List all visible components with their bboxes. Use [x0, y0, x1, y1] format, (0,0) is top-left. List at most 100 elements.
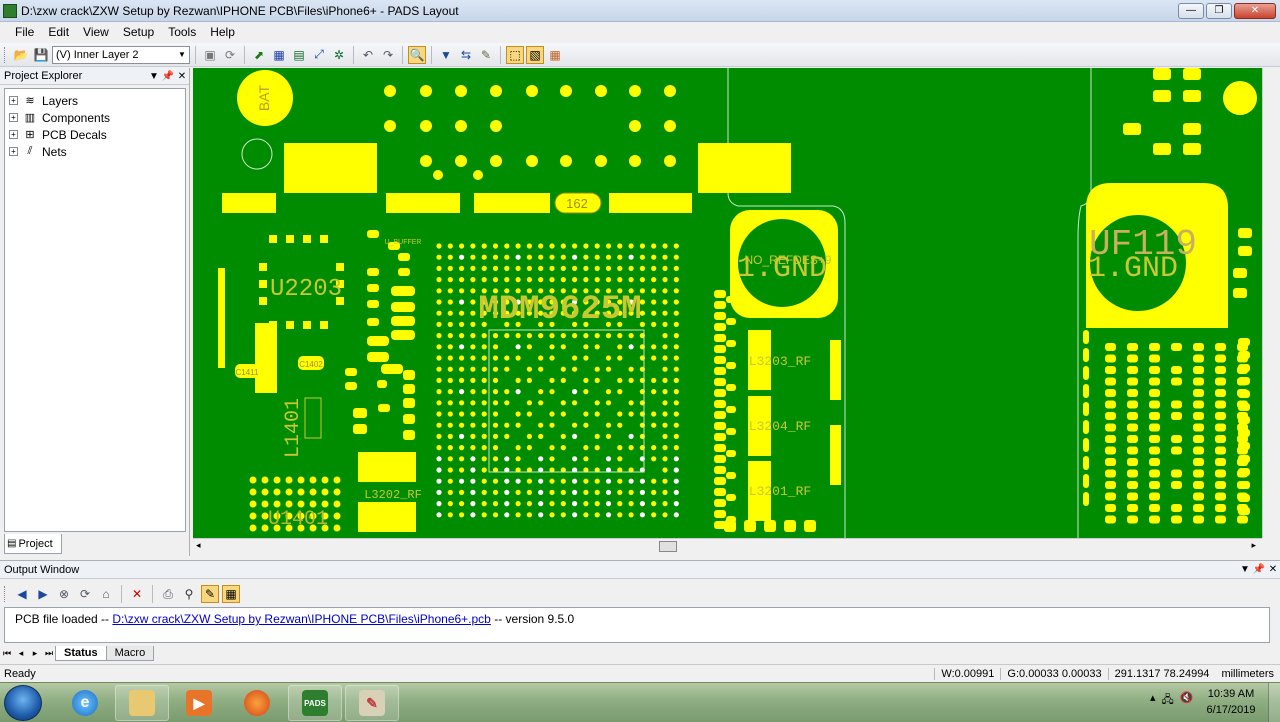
bga-ball: [538, 456, 544, 462]
undo-icon[interactable]: ↶: [359, 46, 377, 64]
display-icon[interactable]: ▼: [437, 46, 455, 64]
firefox-icon[interactable]: [230, 685, 284, 721]
bga-ball: [617, 344, 623, 350]
menu-setup[interactable]: Setup: [116, 25, 161, 39]
smd-pad: [1105, 377, 1116, 386]
close-icon[interactable]: ✕: [1266, 564, 1280, 575]
bga-ball: [459, 411, 465, 417]
show-desktop-button[interactable]: [1268, 683, 1280, 722]
route-icon[interactable]: ⬈: [250, 46, 268, 64]
smd-pad: [1105, 504, 1116, 512]
close-icon[interactable]: ✕: [175, 71, 189, 82]
pads-icon[interactable]: ▦: [270, 46, 288, 64]
menu-help[interactable]: Help: [203, 25, 242, 39]
save-icon[interactable]: 💾: [32, 46, 50, 64]
bga-ball: [662, 265, 668, 271]
refresh-icon[interactable]: ⟳: [221, 46, 239, 64]
tray-arrow-icon[interactable]: ▴: [1150, 691, 1156, 710]
print-icon[interactable]: ⎙: [159, 585, 177, 603]
scroll-right-icon[interactable]: ▸: [1251, 540, 1256, 551]
close-button[interactable]: ✕: [1234, 2, 1276, 19]
bga-ball: [651, 377, 657, 383]
scroll-thumb[interactable]: [659, 541, 677, 552]
first-tab-icon[interactable]: ⏮: [0, 648, 14, 659]
file-explorer-icon[interactable]: [115, 685, 169, 721]
chevron-down-icon[interactable]: ▼: [175, 47, 189, 63]
bga-ball: [583, 501, 589, 507]
last-tab-icon[interactable]: ⏭: [42, 648, 56, 659]
horizontal-scrollbar[interactable]: ◂ ▸: [193, 538, 1262, 554]
menu-file[interactable]: File: [8, 25, 41, 39]
log-file-link[interactable]: D:\zxw crack\ZXW Setup by Rezwan\IPHONE …: [112, 612, 490, 626]
snap-icon[interactable]: ✲: [330, 46, 348, 64]
bga-ball: [662, 243, 668, 249]
expand-icon[interactable]: +: [9, 113, 18, 122]
expand-icon[interactable]: +: [9, 96, 18, 105]
bga-ball: [662, 400, 668, 406]
menu-view[interactable]: View: [76, 25, 116, 39]
smd-pad: [1215, 446, 1226, 455]
brush-icon[interactable]: ✎: [477, 46, 495, 64]
grid-icon[interactable]: ▦: [546, 46, 564, 64]
smd-pad: [1149, 412, 1160, 420]
tab-status[interactable]: Status: [55, 646, 107, 661]
connect-icon[interactable]: ⤢: [310, 46, 328, 64]
open-icon[interactable]: 📂: [12, 46, 30, 64]
tree-item-pcb-decals[interactable]: + ⊞ PCB Decals: [9, 126, 181, 143]
stop-icon[interactable]: ⊗: [55, 585, 73, 603]
pcb-canvas[interactable]: BAT 162 U2203 L1401 C1411 C1402 U1401 L3…: [193, 68, 1262, 538]
paint-icon[interactable]: ✎: [345, 685, 399, 721]
expand-icon[interactable]: +: [9, 130, 18, 139]
menu-edit[interactable]: Edit: [41, 25, 76, 39]
smd-pad: [1238, 481, 1250, 489]
system-clock[interactable]: 10:39 AM 6/17/2019: [1196, 686, 1266, 718]
home-icon[interactable]: ⌂: [97, 585, 115, 603]
smd-pad: [1105, 435, 1116, 443]
pane-menu-icon[interactable]: ▼: [147, 71, 161, 82]
tab-project[interactable]: ▤ Project: [4, 534, 62, 554]
minimize-button[interactable]: —: [1178, 2, 1204, 19]
expand-icon[interactable]: +: [9, 147, 18, 156]
tab-macro[interactable]: Macro: [105, 646, 155, 661]
delete-icon[interactable]: ✕: [128, 585, 146, 603]
back-icon[interactable]: ◀: [13, 585, 31, 603]
grid-icon[interactable]: ▦: [222, 585, 240, 603]
toolbar-grip[interactable]: [4, 586, 7, 602]
next-tab-icon[interactable]: ▸: [28, 648, 42, 659]
smd-pad: [1149, 446, 1160, 455]
tree-item-nets[interactable]: + ⫽ Nets: [9, 143, 181, 160]
select-mode-icon[interactable]: ⬚: [506, 45, 524, 64]
pin-icon[interactable]: 📌: [1252, 564, 1266, 575]
properties-icon[interactable]: ▣: [201, 46, 219, 64]
find-icon[interactable]: ⚲: [180, 585, 198, 603]
toolbar-grip[interactable]: [4, 46, 7, 63]
edit-icon[interactable]: ✎: [201, 585, 219, 603]
bga-ball: [572, 333, 578, 339]
network-icon[interactable]: 🖧: [1162, 691, 1174, 710]
bga-ball: [515, 344, 521, 350]
maximize-button[interactable]: ❐: [1206, 2, 1232, 19]
media-player-icon[interactable]: ▶: [172, 685, 226, 721]
menu-tools[interactable]: Tools: [161, 25, 203, 39]
redo-icon[interactable]: ↷: [379, 46, 397, 64]
smd-pad: [804, 520, 816, 532]
tree-item-components[interactable]: + ▥ Components: [9, 109, 181, 126]
tree-item-layers[interactable]: + ≋ Layers: [9, 92, 181, 109]
pin-icon[interactable]: 📌: [161, 71, 175, 82]
start-button[interactable]: [4, 685, 42, 721]
board-icon[interactable]: ▤: [290, 46, 308, 64]
scroll-left-icon[interactable]: ◂: [196, 540, 201, 551]
layer-select[interactable]: (V) Inner Layer 2 ▼: [52, 45, 190, 64]
volume-muted-icon[interactable]: 🔇: [1180, 691, 1194, 710]
internet-explorer-icon[interactable]: e: [58, 685, 112, 721]
flip-icon[interactable]: ⇆: [457, 46, 475, 64]
bga-ball: [651, 512, 657, 518]
pane-menu-icon[interactable]: ▼: [1238, 564, 1252, 575]
forward-icon[interactable]: ▶: [34, 585, 52, 603]
refresh-icon[interactable]: ⟳: [76, 585, 94, 603]
pads-app-icon[interactable]: PADS: [288, 685, 342, 721]
prev-tab-icon[interactable]: ◂: [14, 648, 28, 659]
zoom-icon[interactable]: 🔍: [408, 45, 426, 64]
view-mode-icon[interactable]: ▧: [526, 45, 544, 64]
vertical-scrollbar[interactable]: [1262, 68, 1280, 538]
